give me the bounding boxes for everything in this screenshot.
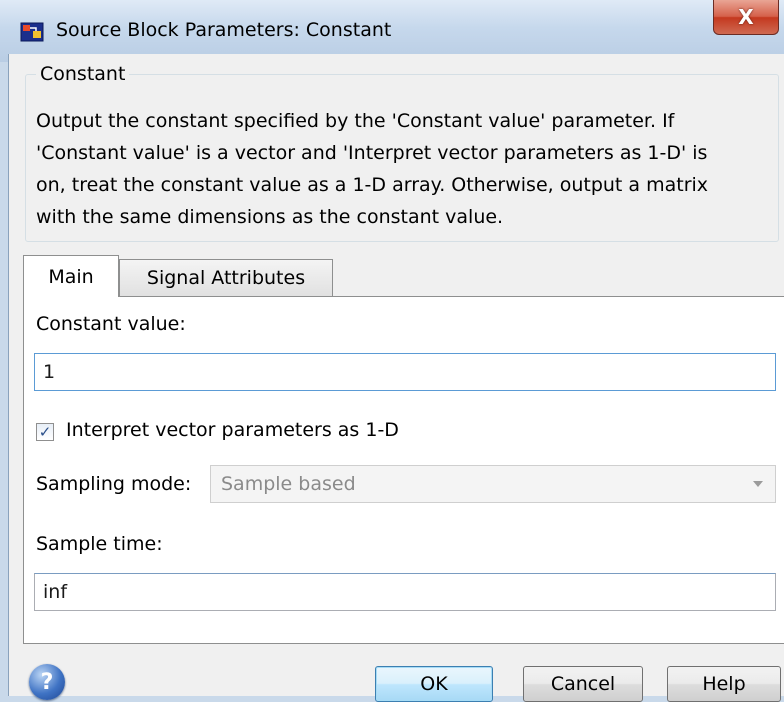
help-button-label: Help xyxy=(702,673,746,695)
interpret-vector-label: Interpret vector parameters as 1-D xyxy=(66,419,399,441)
help-icon-glyph: ? xyxy=(40,669,54,695)
title-bar[interactable]: Source Block Parameters: Constant X xyxy=(0,0,784,62)
close-button[interactable]: X xyxy=(713,0,779,35)
tab-main[interactable]: Main xyxy=(23,255,119,297)
chevron-down-icon xyxy=(753,481,763,487)
help-button[interactable]: Help xyxy=(667,666,781,702)
simulink-block-icon xyxy=(20,20,46,44)
sampling-mode-select[interactable]: Sample based xyxy=(210,465,776,503)
main-tab-panel: Constant value: 1 ✓ Interpret vector par… xyxy=(23,296,784,644)
sample-time-text: inf xyxy=(43,581,68,603)
window-title: Source Block Parameters: Constant xyxy=(56,19,392,41)
cancel-button-label: Cancel xyxy=(550,673,616,695)
block-description: Output the constant specified by the 'Co… xyxy=(36,110,709,228)
constant-value-label: Constant value: xyxy=(36,313,186,335)
ok-button[interactable]: OK xyxy=(375,666,493,702)
help-icon[interactable]: ? xyxy=(29,664,65,700)
tab-main-label: Main xyxy=(48,265,94,288)
description-group: Constant Output the constant specified b… xyxy=(25,63,779,242)
constant-value-input[interactable]: 1 xyxy=(34,353,776,391)
dialog-body: Constant Output the constant specified b… xyxy=(8,54,784,702)
checkmark-icon: ✓ xyxy=(38,422,52,441)
sampling-mode-value: Sample based xyxy=(221,473,356,495)
close-icon: X xyxy=(738,5,754,29)
group-title: Constant xyxy=(36,63,130,85)
constant-value-text: 1 xyxy=(43,361,56,383)
tab-signal-attributes-label: Signal Attributes xyxy=(146,267,306,289)
cancel-button[interactable]: Cancel xyxy=(523,666,643,702)
sample-time-label: Sample time: xyxy=(36,533,163,555)
sampling-mode-label: Sampling mode: xyxy=(36,473,192,495)
tab-signal-attributes[interactable]: Signal Attributes xyxy=(119,259,333,297)
interpret-vector-checkbox[interactable]: ✓ xyxy=(36,423,54,441)
ok-button-label: OK xyxy=(420,673,448,695)
sample-time-input[interactable]: inf xyxy=(34,573,776,611)
